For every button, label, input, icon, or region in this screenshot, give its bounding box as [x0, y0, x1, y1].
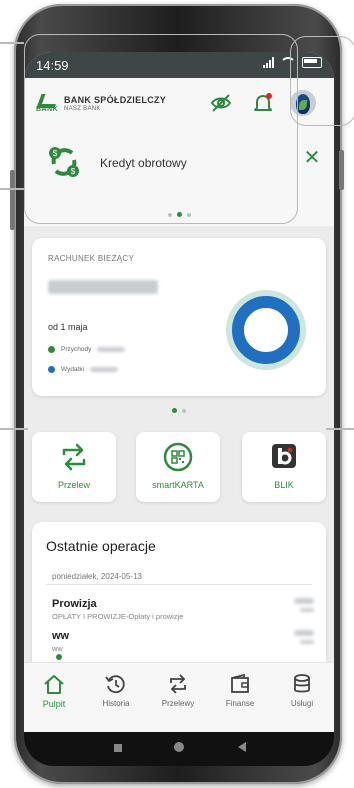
smartkarta-button[interactable]: smartKARTA [136, 432, 220, 502]
svg-text:$: $ [53, 149, 58, 158]
account-card[interactable]: RACHUNEK BIEŻĄCY od 1 maja Przychody Wyd… [32, 238, 326, 396]
nav-historia-label: Historia [102, 699, 130, 708]
home-circle-icon[interactable] [174, 742, 184, 752]
bank-subname: NASZ BANK [64, 106, 101, 112]
transfer-label: Przelew [57, 480, 90, 490]
page-dot[interactable] [182, 408, 186, 413]
transfers-icon [170, 674, 186, 694]
recent-operations-title: Ostatnie operacje [46, 538, 156, 554]
operation-amount-hidden [294, 630, 314, 636]
bank-name: BANK SPÓŁDZIELCZY [64, 95, 167, 105]
nav-przelewy-label: Przelewy [161, 699, 195, 708]
nav-finanse-label: Finanse [225, 699, 255, 708]
income-label: Przychody [61, 346, 92, 353]
operation-name: ww [52, 630, 70, 642]
account-pagination [172, 408, 186, 413]
balance-donut-chart [226, 290, 306, 370]
operation-currency-hidden [300, 640, 314, 644]
qr-code-icon [162, 442, 194, 472]
operation-name: Prowizja [52, 598, 97, 610]
income-legend: Przychody [48, 346, 126, 353]
wifi-icon [280, 57, 296, 68]
divider [46, 584, 312, 585]
hide-balance-eye-icon[interactable] [210, 92, 232, 114]
operation-desc: ww [52, 644, 63, 653]
page-dot[interactable] [168, 212, 172, 217]
page-dot-active[interactable] [177, 212, 182, 217]
recent-apps-square-icon[interactable] [114, 744, 122, 752]
blik-logo-icon [268, 442, 300, 472]
nav-finanse[interactable]: Finanse [210, 673, 270, 723]
power-button [339, 150, 344, 190]
smartkarta-label: smartKARTA [152, 480, 204, 490]
battery-icon [302, 57, 322, 68]
back-triangle-icon[interactable] [238, 742, 246, 752]
status-bar: 14:59 [24, 52, 334, 78]
svg-text:$: $ [71, 167, 76, 176]
history-clock-icon [105, 675, 125, 694]
expense-amount-hidden [90, 367, 119, 372]
income-dot [48, 346, 55, 353]
period-label: od 1 maja [48, 322, 88, 332]
expense-label: Wydatki [61, 366, 85, 373]
app-header: BANK BANK SPÓŁDZIELCZY NASZ BANK [24, 78, 334, 128]
bank-logo-mark: BANK [36, 94, 60, 114]
operation-marker-dot [56, 654, 62, 660]
close-icon[interactable]: ✕ [300, 146, 324, 170]
status-time: 14:59 [36, 58, 69, 73]
profile-avatar[interactable] [290, 90, 316, 116]
nav-historia[interactable]: Historia [86, 673, 146, 723]
signal-icon [263, 57, 274, 68]
transfer-button[interactable]: Przelew [32, 432, 116, 502]
volume-button [10, 170, 15, 230]
promo-banner[interactable]: $ $ Kredyt obrotowy ✕ [24, 128, 334, 226]
nav-pulpit[interactable]: Pulpit [24, 673, 84, 723]
operation-desc: OPŁATY I PROWIZJE-Opłaty i prowizje [52, 612, 184, 621]
nav-przelewy[interactable]: Przelewy [148, 673, 208, 723]
expense-dot [48, 366, 55, 373]
credit-cycle-icon: $ $ [46, 144, 82, 180]
donut-hole [244, 308, 288, 352]
home-icon [44, 675, 64, 694]
bank-logo-word: BANK [36, 106, 59, 113]
account-title: RACHUNEK BIEŻĄCY [48, 254, 135, 263]
page-dot[interactable] [187, 212, 191, 217]
operations-date: poniedziałek, 2024-05-13 [52, 572, 142, 581]
promo-label: Kredyt obrotowy [100, 156, 187, 170]
expense-legend: Wydatki [48, 366, 119, 373]
operation-amount-hidden [294, 598, 314, 604]
system-navigation-bar [24, 732, 334, 766]
transfer-arrows-icon [58, 442, 90, 472]
operation-row[interactable]: ww ww [52, 630, 314, 653]
operation-currency-hidden [300, 608, 314, 612]
app-screen: 14:59 BANK BANK SPÓŁDZIELCZY NASZ BANK $… [24, 52, 334, 732]
nav-pulpit-label: Pulpit [42, 699, 66, 709]
blik-label: BLIK [274, 480, 294, 490]
nav-uslugi[interactable]: Usługi [272, 673, 332, 723]
notifications-bell-icon[interactable] [252, 92, 274, 114]
income-amount-hidden [97, 347, 126, 352]
page-dot-active[interactable] [172, 408, 177, 413]
recent-operations-card: Ostatnie operacje poniedziałek, 2024-05-… [32, 522, 326, 662]
blik-button[interactable]: BLIK [242, 432, 326, 502]
nav-uslugi-label: Usługi [290, 699, 314, 708]
operation-row[interactable]: Prowizja OPŁATY I PROWIZJE-Opłaty i prow… [52, 598, 314, 621]
account-balance-hidden [48, 280, 158, 294]
bank-logo: BANK BANK SPÓŁDZIELCZY NASZ BANK [36, 92, 176, 118]
wallet-icon [231, 673, 249, 693]
promo-pagination [168, 212, 191, 217]
services-database-icon [294, 674, 310, 693]
bottom-navigation: Pulpit Historia Przelewy Finanse Usługi [24, 662, 334, 732]
